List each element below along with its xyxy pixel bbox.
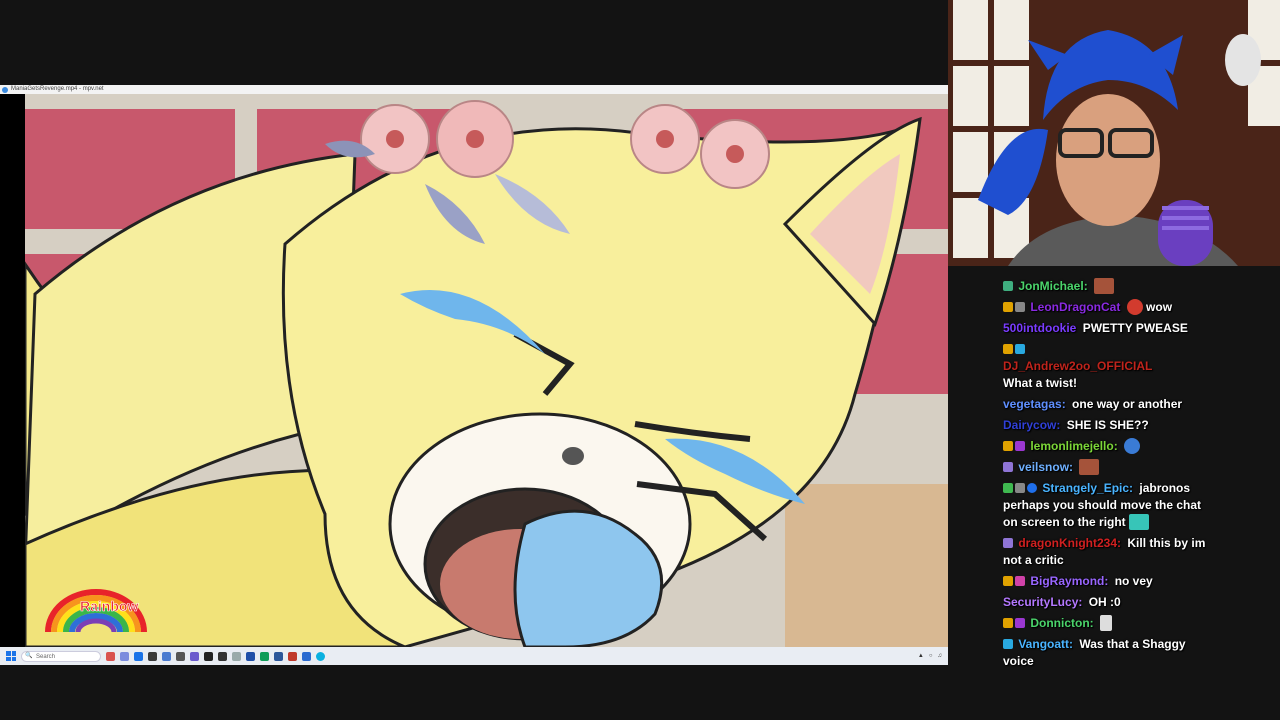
chat-username[interactable]: Vangoatt: <box>1018 637 1073 651</box>
bits-badge-icon <box>1003 344 1013 354</box>
windows-taskbar: Search ▲ ○ ♫ <box>0 647 948 665</box>
face-emote-icon <box>1079 459 1100 475</box>
rainbow-logo-text: Rainbow <box>80 598 139 615</box>
feather-emote-icon <box>1100 615 1113 631</box>
chat-message: vegetagas: one way or another <box>1003 396 1208 413</box>
sub-gifter-badge-icon <box>1015 618 1025 628</box>
chat-message: Dairycow: SHE IS SHE?? <box>1003 417 1208 434</box>
chat-username[interactable]: BigRaymond: <box>1030 574 1108 588</box>
app-icon-11[interactable] <box>246 651 255 661</box>
app-icon-14[interactable] <box>288 651 297 661</box>
prime-badge-icon <box>1015 344 1025 354</box>
video-area[interactable]: Rainbow <box>0 94 948 647</box>
prime-badge-icon <box>1003 639 1013 649</box>
chat-text: SHE IS SHE?? <box>1066 418 1149 432</box>
chat-message: DJ_Andrew2oo_OFFICIAL What a twist! <box>1003 341 1208 392</box>
chat-message: 500intdookie PWETTY PWEASE <box>1003 320 1208 337</box>
app-icon-4[interactable] <box>148 651 157 661</box>
chat-message: LeonDragonCat wow <box>1003 299 1208 316</box>
subscriber-badge-icon <box>1003 538 1013 548</box>
windows-start-icon[interactable] <box>6 651 16 661</box>
chat-username[interactable]: vegetagas: <box>1003 397 1066 411</box>
chat-username[interactable]: DJ_Andrew2oo_OFFICIAL <box>1003 359 1152 373</box>
bits-badge-icon <box>1003 302 1013 312</box>
chat-username[interactable]: dragonKnight234: <box>1018 536 1121 550</box>
app-icon-1[interactable] <box>106 651 115 661</box>
chat-message: JonMichael: <box>1003 278 1208 295</box>
chat-username[interactable]: lemonlimejello: <box>1030 439 1117 453</box>
chrome-icon[interactable] <box>260 651 269 661</box>
chat-message: Vangoatt: Was that a Shaggy voice <box>1003 636 1208 670</box>
app-icon-7[interactable] <box>190 651 199 661</box>
chat-message: Strangely_Epic: jabronos perhaps you sho… <box>1003 480 1208 531</box>
mario-emote-icon <box>1126 299 1143 315</box>
chat-message: Donnicton: <box>1003 615 1208 632</box>
chat-username[interactable]: LeonDragonCat <box>1030 300 1120 314</box>
steam-icon[interactable] <box>162 651 171 661</box>
app-icon-13[interactable] <box>274 651 283 661</box>
chat-message: BigRaymond: no vey <box>1003 573 1208 590</box>
bits-badge-icon <box>1003 441 1013 451</box>
chat-text: What a twist! <box>1003 376 1077 390</box>
player-title: ManiaGetsRevenge.mp4 - mpv.net <box>11 86 104 92</box>
app-icon-6[interactable] <box>176 651 185 661</box>
app-icon-2[interactable] <box>120 651 129 661</box>
vip-badge-icon <box>1003 483 1013 493</box>
chat-text: OH :0 <box>1088 595 1121 609</box>
mpv-app-icon <box>2 86 8 93</box>
webcam-feed <box>948 0 1280 266</box>
chat-username[interactable]: Dairycow: <box>1003 418 1060 432</box>
mod-badge-icon <box>1015 302 1025 312</box>
genie-emote-icon <box>1124 438 1141 454</box>
chat-message: dragonKnight234: Kill this by im not a c… <box>1003 535 1208 569</box>
network-icon[interactable]: ○ <box>929 653 933 659</box>
rainbow-logo: Rainbow <box>40 584 170 640</box>
chat-username[interactable]: 500intdookie <box>1003 321 1076 335</box>
chat-message: SecurityLucy: OH :0 <box>1003 594 1208 611</box>
chat-username[interactable]: JonMichael: <box>1018 279 1087 293</box>
chat-overlay: JonMichael: LeonDragonCat wow 500intdook… <box>1003 266 1280 720</box>
chat-username[interactable]: Donnicton: <box>1030 616 1093 630</box>
chat-message: veilsnow: <box>1003 459 1208 476</box>
app-icon-9[interactable] <box>218 651 227 661</box>
chevron-up-icon[interactable]: ▲ <box>918 653 924 659</box>
app-icon-16[interactable] <box>316 651 325 661</box>
sub-gifter-badge-icon <box>1015 441 1025 451</box>
subscriber-badge-icon <box>1003 462 1013 472</box>
volume-icon[interactable]: ♫ <box>938 653 943 659</box>
edge-icon[interactable] <box>134 651 143 661</box>
chat-username[interactable]: SecurityLucy: <box>1003 595 1082 609</box>
subscriber-badge-icon <box>1003 281 1013 291</box>
system-tray: ▲ ○ ♫ <box>918 653 948 659</box>
app-icon-10[interactable] <box>232 651 241 661</box>
bits-badge-icon <box>1003 576 1013 586</box>
chat-message: lemonlimejello: <box>1003 438 1208 455</box>
bits-badge-icon <box>1003 618 1013 628</box>
diamond-emote-icon <box>1129 514 1150 530</box>
mod-badge-icon <box>1015 483 1025 493</box>
player-titlebar[interactable]: ManiaGetsRevenge.mp4 - mpv.net <box>0 85 948 94</box>
captured-desktop: ManiaGetsRevenge.mp4 - mpv.net Rainbow 🔍… <box>0 85 948 665</box>
obs-icon[interactable] <box>204 651 213 661</box>
chat-username[interactable]: veilsnow: <box>1018 460 1073 474</box>
face-emote-icon <box>1094 278 1115 294</box>
chat-username[interactable]: Strangely_Epic: <box>1042 481 1133 495</box>
app-icon-15[interactable] <box>302 651 311 661</box>
sub-badge-icon <box>1015 576 1025 586</box>
cartoon-video-frame <box>25 94 948 647</box>
verified-badge-icon <box>1027 483 1037 493</box>
chat-text: wow <box>1146 300 1173 314</box>
chat-text: one way or another <box>1072 397 1183 411</box>
chat-text: no vey <box>1114 574 1153 588</box>
taskbar-search-box[interactable]: Search <box>21 650 101 662</box>
chat-text: PWETTY PWEASE <box>1082 321 1188 335</box>
